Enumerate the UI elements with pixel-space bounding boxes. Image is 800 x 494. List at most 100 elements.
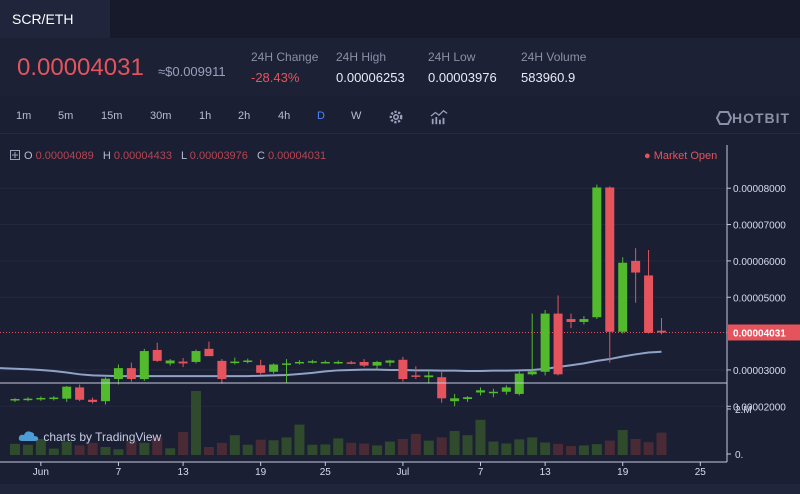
- pair-tab[interactable]: SCR/ETH: [0, 0, 110, 38]
- top-bar: SCR/ETH: [0, 0, 800, 38]
- candle: [605, 186, 615, 363]
- stat-value: -28.43%: [251, 70, 300, 85]
- volume-bar: [87, 442, 98, 455]
- plus-box-icon[interactable]: [10, 150, 20, 160]
- volume-bar: [22, 444, 33, 455]
- stat-value: 583960.9: [521, 70, 576, 85]
- candle: [540, 309, 550, 376]
- candle: [101, 377, 111, 405]
- candle-body: [88, 399, 98, 402]
- tradingview-credit[interactable]: charts by TradingView: [18, 430, 161, 444]
- volume-bar: [242, 444, 253, 455]
- last-price: 0.00004031: [17, 54, 144, 81]
- volume-bar: [113, 449, 124, 455]
- candle: [618, 257, 628, 334]
- chart-grid: [0, 187, 727, 407]
- candle-body: [23, 398, 33, 401]
- candle-body: [269, 364, 279, 372]
- timeframe-4h[interactable]: 4h: [278, 110, 290, 122]
- time-tick-label: 7: [478, 467, 484, 478]
- candle-body: [579, 319, 589, 322]
- candle: [488, 388, 498, 398]
- candle-body: [553, 313, 563, 375]
- volume-bar: [527, 437, 538, 455]
- brand-name: HOTBIT: [732, 110, 791, 126]
- stat-value: 0.00003976: [428, 70, 497, 85]
- volume-bar: [604, 440, 615, 455]
- candle-body: [113, 368, 123, 380]
- timeframe-2h[interactable]: 2h: [238, 110, 250, 122]
- volume-bar: [100, 447, 111, 455]
- volume-bar: [423, 440, 434, 455]
- volume-bar: [643, 442, 654, 455]
- candle: [49, 396, 59, 401]
- volume-bar: [307, 444, 318, 455]
- ohlc-open-label: O: [24, 150, 33, 162]
- bottom-bar: [0, 484, 800, 494]
- candle: [191, 349, 201, 364]
- indicators-icon[interactable]: [430, 108, 448, 126]
- candle-body: [320, 361, 330, 364]
- volume-bar: [216, 442, 227, 455]
- candle-body: [126, 368, 136, 380]
- stat-label: 24H Change: [251, 50, 319, 64]
- timeframe-15m[interactable]: 15m: [101, 110, 122, 122]
- candle: [592, 184, 602, 320]
- candle: [243, 358, 253, 364]
- candle: [204, 341, 214, 357]
- brand-logo: HOTBIT: [715, 110, 791, 126]
- candle-body: [243, 360, 253, 362]
- chart-toolbar: 1m 5m 15m 30m 1h 2h 4h D W: [0, 100, 800, 134]
- candle: [230, 357, 240, 365]
- candle-body: [372, 361, 382, 366]
- volume-bar: [48, 448, 59, 455]
- time-tick-label: 25: [695, 467, 707, 478]
- candle-body: [62, 386, 72, 399]
- candle: [62, 385, 72, 402]
- volume-bar: [372, 445, 383, 455]
- candle-body: [139, 351, 149, 380]
- candle-body: [75, 387, 85, 400]
- ohlc-low: 0.00003976: [189, 150, 248, 162]
- gear-icon[interactable]: [387, 108, 405, 126]
- volume-bar: [191, 391, 202, 455]
- timeframe-w[interactable]: W: [351, 110, 361, 122]
- ohlc-close: 0.00004031: [268, 150, 327, 162]
- candle-body: [488, 391, 498, 394]
- volume-bar: [630, 439, 641, 455]
- volume-bar: [333, 438, 344, 455]
- candle-body: [230, 361, 240, 364]
- candle-body: [527, 371, 537, 375]
- candle-body: [10, 399, 20, 401]
- ticker-panel: 0.00004031 ≈$0.009911 24H Change -28.43%…: [0, 38, 800, 96]
- timeframe-30m[interactable]: 30m: [150, 110, 171, 122]
- candle-body: [437, 377, 447, 399]
- candle: [307, 359, 317, 364]
- candle-body: [359, 361, 369, 366]
- hexagon-icon: [715, 111, 733, 125]
- volume-bar: [74, 445, 85, 455]
- volume-bar: [10, 443, 20, 455]
- price-tick-label: 0.00003000: [733, 366, 786, 377]
- time-tick-label: 13: [178, 467, 190, 478]
- volume-bar: [229, 435, 240, 455]
- ohlc-high: 0.00004433: [113, 150, 172, 162]
- volume-bar: [139, 442, 150, 455]
- market-status-text: Market Open: [653, 150, 718, 162]
- candle: [475, 387, 485, 396]
- volume-bar: [436, 437, 447, 455]
- candle-body: [411, 375, 421, 377]
- timeframe-1m[interactable]: 1m: [16, 110, 31, 122]
- timeframe-d[interactable]: D: [317, 110, 325, 122]
- candle-body: [450, 398, 460, 402]
- candle-body: [49, 397, 59, 400]
- volume-bar: [320, 444, 331, 455]
- timeframe-1h[interactable]: 1h: [199, 110, 211, 122]
- candlesticks: [10, 184, 666, 407]
- candle-body: [657, 330, 666, 333]
- candle-body: [644, 275, 654, 333]
- volume-bar: [178, 431, 189, 455]
- time-tick-label: Jul: [397, 467, 410, 478]
- timeframe-5m[interactable]: 5m: [58, 110, 73, 122]
- candle: [424, 370, 434, 384]
